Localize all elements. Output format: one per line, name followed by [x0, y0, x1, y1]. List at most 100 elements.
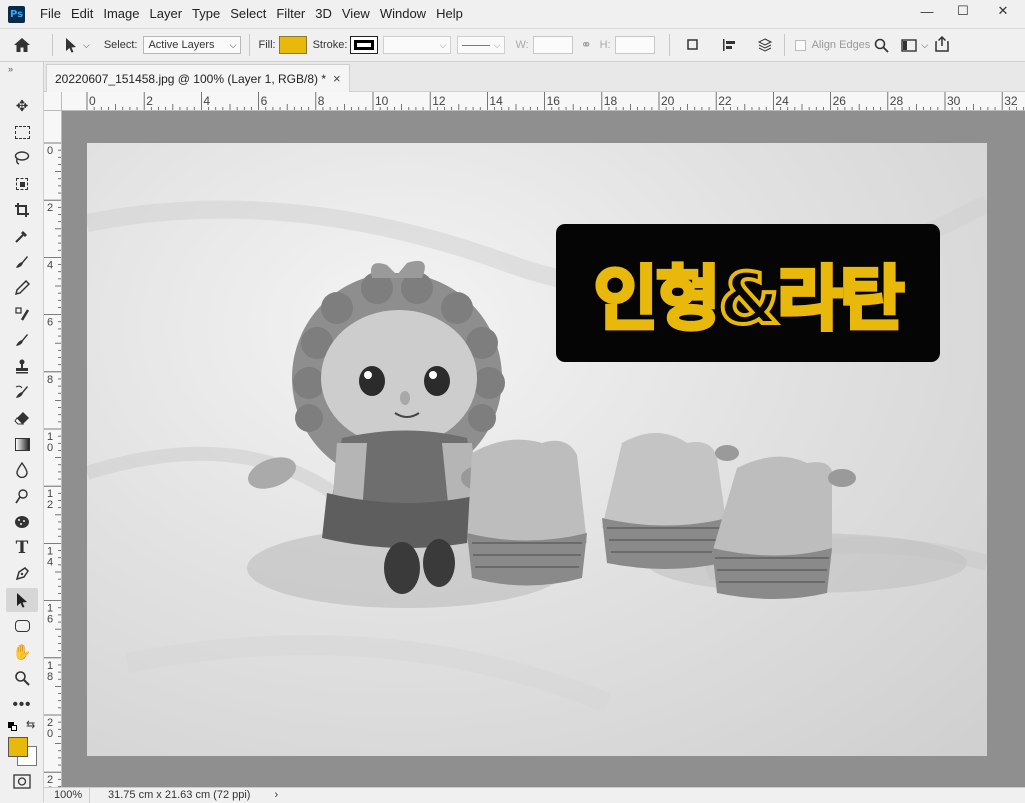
- document-image[interactable]: 인형&라탄: [87, 143, 987, 756]
- type-tool[interactable]: T: [6, 536, 38, 560]
- ruler-label: 6: [47, 317, 53, 329]
- canvas-area[interactable]: 인형&라탄: [62, 111, 1025, 787]
- foreground-color-swatch[interactable]: [8, 737, 28, 757]
- minimize-button[interactable]: —: [909, 0, 945, 22]
- path-operations-icon: [686, 39, 698, 50]
- path-operations-button[interactable]: [682, 34, 704, 56]
- eraser-tool[interactable]: [6, 406, 38, 430]
- type-icon: T: [15, 538, 29, 558]
- healing-brush-icon: [16, 256, 28, 268]
- stamp-tool[interactable]: [6, 354, 38, 378]
- object-selection-tool[interactable]: [6, 172, 38, 196]
- workspace-switcher[interactable]: ⌵: [901, 38, 928, 52]
- search-button[interactable]: [874, 38, 889, 53]
- ruler-corner[interactable]: [44, 92, 62, 111]
- maximize-button[interactable]: ☐: [945, 0, 981, 22]
- fill-color-swatch[interactable]: [278, 36, 307, 54]
- blur-tool[interactable]: [6, 458, 38, 482]
- stamp-icon: [16, 359, 28, 374]
- window-controls: — ☐ ✕: [909, 0, 1025, 22]
- menu-select[interactable]: Select: [225, 0, 271, 28]
- ruler-label: 20: [661, 94, 675, 108]
- sponge-tool[interactable]: [6, 510, 38, 534]
- path-selection-tool[interactable]: [6, 588, 38, 612]
- chevron-down-icon: ⌵: [439, 39, 447, 50]
- link-icon[interactable]: ⚭: [581, 37, 592, 53]
- ruler-label: 8: [318, 94, 325, 108]
- default-colors-icon[interactable]: [8, 722, 17, 731]
- ruler-label: 16: [547, 94, 561, 108]
- pen-tool[interactable]: [6, 562, 38, 586]
- spot-healing-tool[interactable]: [6, 250, 38, 274]
- vertical-ruler[interactable]: 0246810121416182022: [44, 111, 62, 787]
- menu-window[interactable]: Window: [375, 0, 431, 28]
- rounded-rectangle-icon: [14, 620, 30, 632]
- select-dropdown[interactable]: Active Layers ⌵: [143, 36, 242, 54]
- lasso-tool[interactable]: [6, 146, 38, 170]
- tools-panel: » ✥ T ✋ ••• ⇆: [0, 62, 44, 802]
- home-button[interactable]: [0, 30, 44, 60]
- ruler-label: 30: [947, 94, 961, 108]
- options-bar: ⌵ Select: Active Layers ⌵ Fill: Stroke: …: [0, 28, 1025, 62]
- droplet-icon: [16, 462, 28, 478]
- art-history-brush-tool[interactable]: [6, 380, 38, 404]
- separator: [668, 34, 670, 56]
- height-label: H:: [599, 39, 611, 51]
- share-icon: [935, 35, 949, 52]
- path-arrangement-button[interactable]: [754, 34, 776, 56]
- stroke-color-swatch[interactable]: [350, 36, 379, 54]
- menu-edit[interactable]: Edit: [66, 0, 98, 28]
- share-button[interactable]: [934, 35, 950, 55]
- tool-preset-picker[interactable]: ⌵: [61, 37, 94, 53]
- stroke-label: Stroke:: [312, 39, 348, 51]
- document-tab[interactable]: 20220607_151458.jpg @ 100% (Layer 1, RGB…: [46, 64, 350, 92]
- brush-tool[interactable]: [6, 276, 38, 300]
- edit-toolbar-button[interactable]: •••: [6, 692, 38, 716]
- marquee-tool[interactable]: [6, 120, 38, 144]
- crop-tool[interactable]: [6, 198, 38, 222]
- close-tab-icon[interactable]: ×: [333, 71, 341, 86]
- move-tool[interactable]: ✥: [6, 94, 38, 118]
- horizontal-ruler[interactable]: 0 2 4 6 8 10 12 14 16 18 20 22 24 26 28 30 32: [62, 92, 1025, 111]
- menu-layer[interactable]: Layer: [145, 0, 188, 28]
- path-alignment-button[interactable]: [718, 34, 740, 56]
- status-bar: 100% 31.75 cm x 21.63 cm (72 ppi) ›: [44, 787, 1025, 803]
- separator: [783, 34, 785, 56]
- hand-tool[interactable]: ✋: [6, 640, 38, 664]
- menu-help[interactable]: Help: [431, 0, 468, 28]
- menu-3d[interactable]: 3D: [310, 0, 337, 28]
- menu-image[interactable]: Image: [98, 0, 144, 28]
- menu-type[interactable]: Type: [187, 0, 225, 28]
- ruler-label: 12: [432, 94, 446, 108]
- align-edges-checkbox[interactable]: [794, 39, 806, 51]
- gradient-tool[interactable]: [6, 432, 38, 456]
- document-tab-bar: 20220607_151458.jpg @ 100% (Layer 1, RGB…: [44, 62, 1025, 92]
- swap-colors-icon[interactable]: ⇆: [26, 718, 35, 731]
- ruler-label: 6: [261, 94, 268, 108]
- clone-stamp-tool[interactable]: [6, 302, 38, 326]
- shape-tool[interactable]: [6, 614, 38, 638]
- eyedropper-tool[interactable]: [6, 224, 38, 248]
- menu-filter[interactable]: Filter: [271, 0, 310, 28]
- menu-bar: Ps File Edit Image Layer Type Select Fil…: [0, 0, 1025, 28]
- text-banner[interactable]: 인형&라탄: [556, 224, 940, 362]
- ruler-label: 4: [47, 556, 53, 568]
- width-input[interactable]: [532, 36, 573, 54]
- menu-file[interactable]: File: [35, 0, 66, 28]
- move-icon: ✥: [15, 98, 29, 115]
- status-expand-icon[interactable]: ›: [274, 789, 278, 801]
- close-button[interactable]: ✕: [981, 0, 1025, 22]
- menu-view[interactable]: View: [337, 0, 375, 28]
- stroke-width-dropdown[interactable]: ⌵: [383, 36, 452, 54]
- zoom-tool[interactable]: [6, 666, 38, 690]
- chevron-down-icon: ⌵: [229, 39, 237, 50]
- history-brush-tool[interactable]: [6, 328, 38, 352]
- quick-mask-button[interactable]: [13, 774, 31, 792]
- ruler-label: 32: [1004, 94, 1018, 108]
- stroke-type-dropdown[interactable]: ⌵: [457, 36, 506, 54]
- panel-collapse-button[interactable]: »: [8, 64, 13, 74]
- height-input[interactable]: [614, 36, 655, 54]
- dodge-tool[interactable]: [6, 484, 38, 508]
- zoom-level[interactable]: 100%: [44, 787, 90, 803]
- banner-text: 인형&라탄: [592, 256, 907, 342]
